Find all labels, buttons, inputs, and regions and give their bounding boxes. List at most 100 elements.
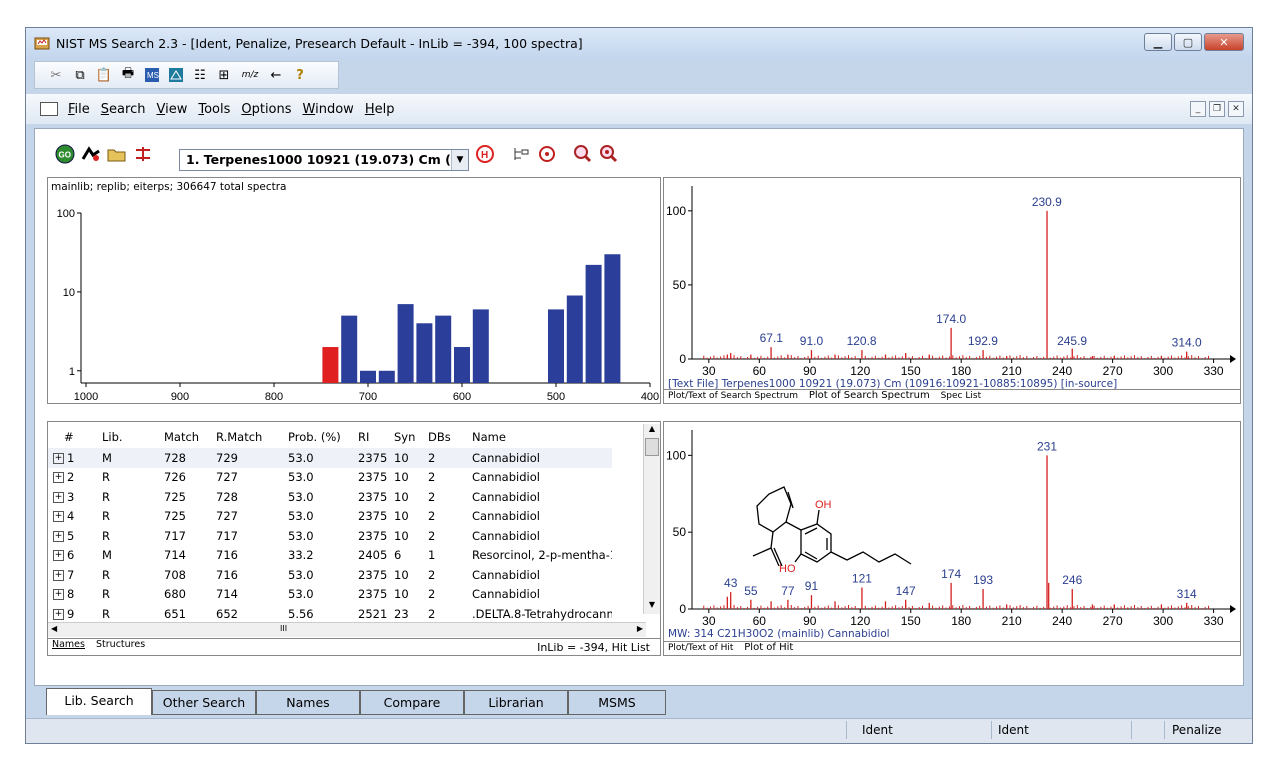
table-row[interactable]: +6 M 714 716 33.2 2405 6 1 Resorcinol, 2-p-menth…: [48, 546, 612, 566]
scroll-up-icon[interactable]: ▲: [644, 424, 660, 438]
expand-icon[interactable]: +: [53, 491, 64, 503]
y-tick-label: 100: [666, 448, 686, 462]
menu-tools[interactable]: Tools: [198, 102, 230, 117]
tab-names-main[interactable]: Names: [256, 690, 360, 715]
title-bar[interactable]: NIST MS Search 2.3 - [Ident, Penalize, P…: [26, 28, 1252, 60]
structure-icon[interactable]: [167, 67, 185, 83]
go-icon[interactable]: GO: [55, 144, 75, 164]
tab-plot-text-hit[interactable]: Plot/Text of Hit: [664, 643, 737, 653]
table-icon[interactable]: ⊞: [215, 67, 233, 83]
tab-structures[interactable]: Structures: [92, 639, 149, 650]
col-header-dbs[interactable]: DBs: [428, 426, 472, 448]
expand-icon[interactable]: +: [53, 608, 64, 620]
y-tick-label: 50: [673, 278, 687, 292]
table-row[interactable]: +2 R 726 727 53.0 2375 10 2 Cannabidiol: [48, 468, 612, 488]
compare-icon[interactable]: [133, 145, 153, 163]
menu-help[interactable]: Help: [365, 102, 395, 117]
cell-ri: 2375: [358, 450, 388, 465]
mdi-close-button[interactable]: ✕: [1228, 101, 1244, 117]
table-row[interactable]: +9 R 651 652 5.56 2521 23 2 .DELTA.8-Tetrahydroc…: [48, 604, 612, 624]
chevron-down-icon[interactable]: ▼: [451, 150, 468, 170]
row-number: +5: [48, 526, 102, 546]
expand-icon[interactable]: +: [53, 569, 64, 581]
menu-options[interactable]: Options: [241, 102, 291, 117]
table-row[interactable]: +3 R 725 728 53.0 2375 10 2 Cannabidiol: [48, 487, 612, 507]
hydrogen-icon[interactable]: H: [475, 145, 495, 163]
col-header-rmatch[interactable]: R.Match: [216, 426, 288, 448]
menu-view[interactable]: View: [156, 102, 187, 117]
scroll-right-icon[interactable]: ▶: [637, 624, 643, 633]
tree-icon[interactable]: [511, 145, 531, 163]
ms-library-icon[interactable]: MS: [143, 67, 161, 83]
spectrum-tool-icon[interactable]: [81, 145, 101, 163]
expand-icon[interactable]: +: [53, 511, 64, 523]
hit-list-header-row: # Lib. Match R.Match Prob. (%) RI Syn DB…: [48, 426, 612, 448]
paste-icon[interactable]: 📋: [95, 67, 113, 83]
copy-icon[interactable]: ⧉: [71, 67, 89, 83]
vertical-scrollbar[interactable]: ▲ ▼: [643, 424, 660, 614]
x-tick-label: 60: [753, 364, 767, 378]
table-row[interactable]: +4 R 725 727 53.0 2375 10 2 Cannabidiol: [48, 507, 612, 527]
col-header-lib[interactable]: Lib.: [102, 426, 164, 448]
tab-librarian[interactable]: Librarian: [464, 690, 568, 715]
scroll-thumb[interactable]: [645, 438, 659, 456]
mdi-restore-button[interactable]: ❐: [1209, 101, 1225, 117]
row-number-value: 6: [67, 548, 75, 563]
mz-icon[interactable]: m/z: [239, 67, 261, 83]
minimize-button[interactable]: ▁: [1144, 33, 1172, 51]
print-icon[interactable]: 🖶: [119, 66, 137, 83]
zoom-reset-icon[interactable]: [599, 145, 619, 163]
col-header-name[interactable]: Name: [472, 426, 612, 448]
expand-icon[interactable]: +: [53, 530, 64, 542]
cell-lib: R: [102, 528, 110, 543]
mdi-minimize-button[interactable]: _: [1190, 101, 1206, 117]
table-row[interactable]: +5 R 717 717 53.0 2375 10 2 Cannabidiol: [48, 526, 612, 546]
cell-name: Cannabidiol: [472, 587, 540, 602]
zoom-in-icon[interactable]: [573, 145, 593, 163]
row-number-value: 9: [67, 606, 75, 621]
menu-search[interactable]: Search: [101, 102, 146, 117]
scroll-left-icon[interactable]: ◀: [51, 624, 57, 633]
cell-lib: M: [102, 548, 112, 563]
expand-icon[interactable]: +: [53, 472, 64, 484]
cell-match: 728: [164, 450, 186, 465]
back-arrow-icon[interactable]: ←: [267, 67, 285, 83]
scroll-down-icon[interactable]: ▼: [644, 600, 660, 614]
tab-other-search[interactable]: Other Search: [152, 690, 256, 715]
table-row[interactable]: +8 R 680 714 53.0 2375 10 2 Cannabidiol: [48, 585, 612, 605]
table-row[interactable]: +1 M 728 729 53.0 2375 10 2 Cannabidiol: [48, 448, 612, 468]
col-header-ri[interactable]: RI: [358, 426, 394, 448]
tab-msms[interactable]: MSMS: [568, 690, 666, 715]
open-folder-icon[interactable]: [107, 145, 127, 163]
menu-window[interactable]: Window: [303, 102, 354, 117]
cell-prob: 33.2: [288, 548, 314, 563]
tab-names[interactable]: Names: [48, 639, 89, 650]
table-row[interactable]: +7 R 708 716 53.0 2375 10 2 Cannabidiol: [48, 565, 612, 585]
tile-icon[interactable]: ☷: [191, 67, 209, 83]
col-header-prob[interactable]: Prob. (%): [288, 426, 358, 448]
tab-lib-search[interactable]: Lib. Search: [46, 688, 152, 715]
cell-name: Cannabidiol: [472, 509, 540, 524]
spectrum-select[interactable]: 1. Terpenes1000 10921 (19.073) Cm (1( ▼: [179, 149, 469, 171]
expand-icon[interactable]: +: [53, 589, 64, 601]
maximize-button[interactable]: ▢: [1174, 33, 1202, 51]
cut-icon[interactable]: ✂: [47, 67, 65, 83]
help-icon[interactable]: ?: [291, 67, 309, 83]
col-header-syn[interactable]: Syn: [394, 426, 428, 448]
cannabidiol-structure-image: OH HO: [752, 486, 912, 575]
col-header-match[interactable]: Match: [164, 426, 216, 448]
close-button[interactable]: ✕: [1204, 33, 1244, 51]
tab-spec-list[interactable]: Spec List: [937, 391, 986, 401]
tab-compare[interactable]: Compare: [360, 690, 464, 715]
horizontal-scrollbar[interactable]: ◀ III ▶: [48, 622, 646, 637]
expand-icon[interactable]: +: [53, 452, 64, 464]
search-spectrum-tabs: Plot/Text of Search Spectrum Plot of Sea…: [664, 389, 1240, 403]
tab-plot-text-search[interactable]: Plot/Text of Search Spectrum: [664, 391, 802, 401]
expand-icon[interactable]: +: [53, 550, 64, 562]
tab-plot-hit[interactable]: Plot of Hit: [740, 642, 797, 653]
menu-file[interactable]: File: [68, 102, 90, 117]
col-header-num[interactable]: #: [48, 426, 102, 448]
mdi-document-icon[interactable]: [40, 102, 58, 116]
tab-plot-search[interactable]: Plot of Search Spectrum: [805, 390, 934, 401]
target-icon[interactable]: [537, 145, 557, 163]
